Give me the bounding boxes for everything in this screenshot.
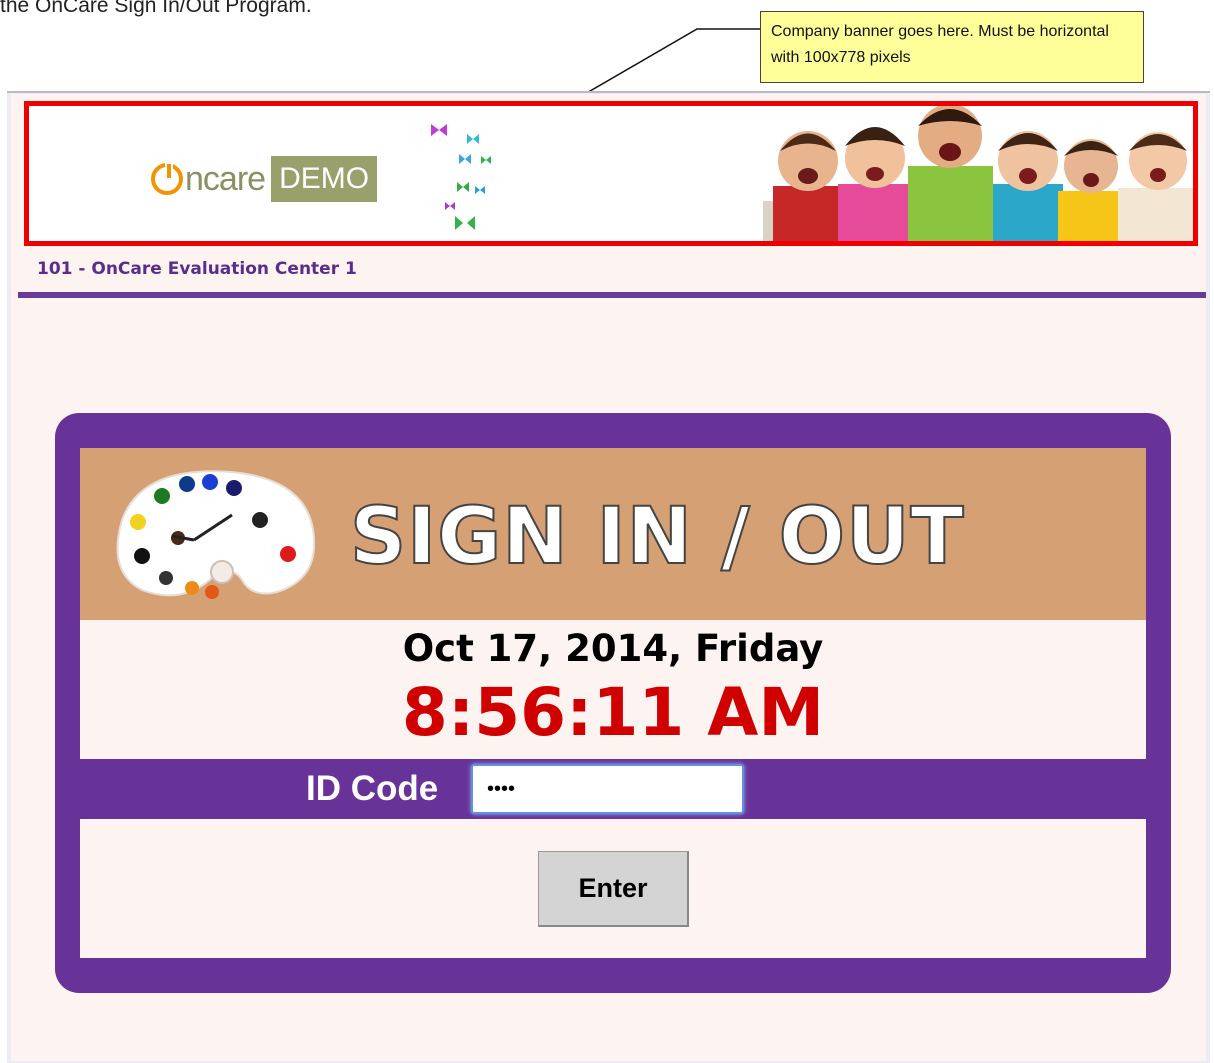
current-date: Oct 17, 2014, Friday — [402, 627, 824, 670]
id-code-input[interactable] — [471, 764, 744, 814]
oncare-logo: ncare DEMO — [151, 156, 378, 202]
clock-display: Oct 17, 2014, Friday 8:56:11 AM — [80, 620, 1146, 759]
logo-demo-badge: DEMO — [271, 156, 378, 202]
current-time: 8:56:11 AM — [401, 674, 825, 751]
center-name: 101 - OnCare Evaluation Center 1 — [37, 259, 357, 279]
logo-word: ncare — [185, 159, 266, 198]
signin-title: SIGN IN / OUT — [349, 491, 965, 583]
callout-note: Company banner goes here. Must be horizo… — [760, 11, 1144, 83]
enter-area: Enter — [80, 819, 1146, 958]
id-code-label: ID Code — [306, 769, 439, 808]
paint-palette-clock-icon — [116, 470, 316, 599]
enter-button[interactable]: Enter — [538, 851, 689, 927]
company-banner: ncare DEMO — [24, 101, 1198, 246]
callout-text: Company banner goes here. Must be horizo… — [771, 23, 1109, 66]
signin-header: SIGN IN / OUT — [80, 448, 1146, 620]
power-icon — [151, 162, 183, 195]
children-photo — [763, 106, 1193, 241]
butterflies-icon — [431, 124, 491, 230]
document-intro-text: the OnCare Sign In/Out Program. — [0, 0, 312, 17]
center-divider — [18, 292, 1206, 298]
